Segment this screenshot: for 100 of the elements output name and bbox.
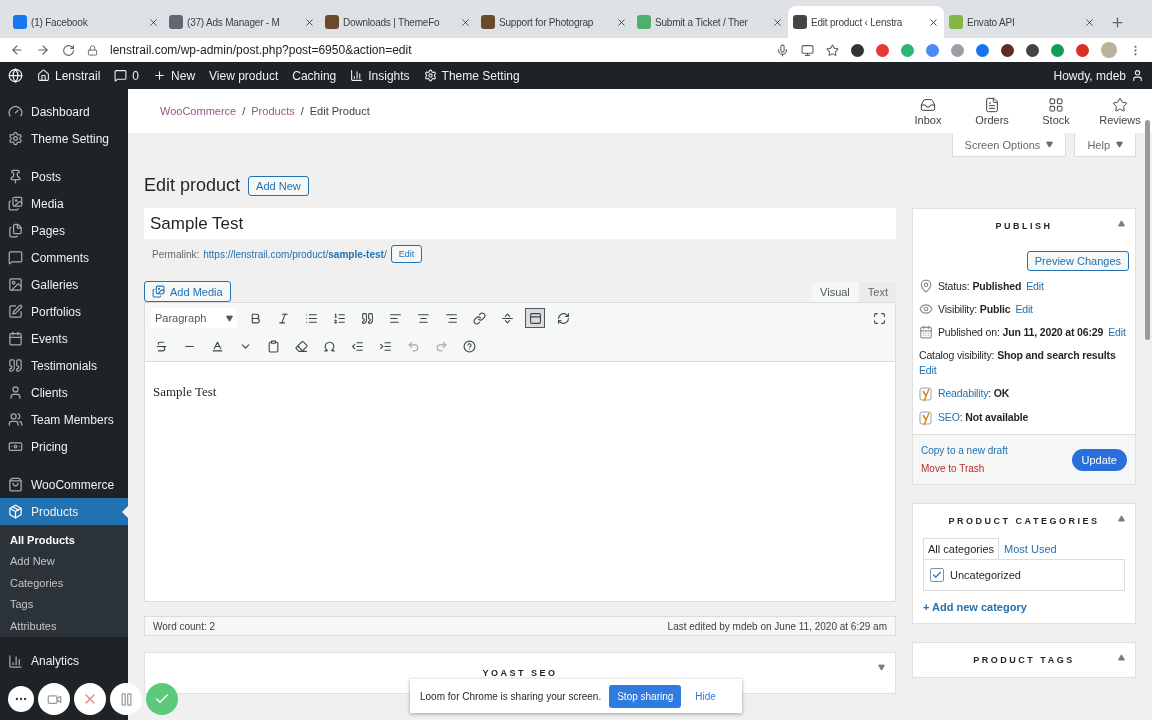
content-editor[interactable]: Sample Test xyxy=(144,362,896,602)
edit-link[interactable]: Edit xyxy=(1026,279,1044,294)
sidebar-item[interactable]: Team Members xyxy=(0,406,128,433)
edit-button[interactable]: Edit xyxy=(390,245,423,263)
new-tab-icon[interactable] xyxy=(1110,15,1125,30)
add-media-button[interactable]: Add Media xyxy=(144,281,231,302)
close-icon[interactable] xyxy=(304,16,315,28)
comments-link[interactable]: 0 xyxy=(114,68,140,83)
browser-tab[interactable]: Downloads | ThemeFo xyxy=(320,6,476,38)
title-field[interactable]: Sample Test xyxy=(144,208,896,239)
back-icon[interactable] xyxy=(10,43,24,57)
permalink-link[interactable]: https://lenstrail.com/product/sample-test/ xyxy=(203,248,387,260)
close-icon[interactable] xyxy=(616,16,627,28)
editor-tab[interactable]: Visual xyxy=(812,282,858,302)
edit-link[interactable]: Edit xyxy=(919,363,937,378)
update-button[interactable]: Update xyxy=(1071,448,1127,471)
yoast-link[interactable]: SEO xyxy=(938,410,960,425)
trash-link[interactable]: Move to Trash xyxy=(921,463,1008,474)
sidebar-item[interactable]: Theme Setting xyxy=(0,125,128,152)
bookmark-star-icon[interactable] xyxy=(826,43,839,57)
microphone-icon[interactable] xyxy=(776,43,789,57)
address-field[interactable]: lenstrail.com/wp-admin/post.php?post=6950&action=edit xyxy=(110,43,764,57)
publish-detail: Visibility: Public xyxy=(938,302,1011,317)
sidebar-item[interactable]: Events xyxy=(0,325,128,352)
browser-tab[interactable]: Envato API xyxy=(944,6,1100,38)
admin-bar-link[interactable]: Insights xyxy=(350,68,410,83)
caret-icon[interactable] xyxy=(878,664,885,671)
category-tab[interactable]: Most Used xyxy=(999,538,1062,559)
sidebar-item[interactable]: Products xyxy=(0,498,128,525)
sidebar-item[interactable]: WooCommerce xyxy=(0,471,128,498)
close-icon[interactable] xyxy=(460,16,471,28)
browser-tab[interactable]: Edit product ‹ Lenstra xyxy=(788,6,944,38)
sidebar-item[interactable]: Portfolios xyxy=(0,298,128,325)
reload-icon[interactable] xyxy=(62,43,75,57)
scrollbar-thumb[interactable] xyxy=(1145,120,1150,340)
toolbar-toggle-icon[interactable] xyxy=(525,308,545,328)
activity-tab[interactable]: Stock xyxy=(1024,96,1088,126)
submenu-item[interactable]: Tags xyxy=(0,593,128,615)
breadcrumb-link[interactable]: WooCommerce xyxy=(160,105,237,117)
preview-changes-button[interactable]: Preview Changes xyxy=(1026,251,1129,271)
browser-tab[interactable]: (1) Facebook xyxy=(8,6,164,38)
sidebar-item[interactable]: Galleries xyxy=(0,271,128,298)
bar-chart-icon xyxy=(350,69,364,82)
activity-tab[interactable]: Orders xyxy=(960,96,1024,126)
greeting-link[interactable]: Howdy, mdeb xyxy=(1053,68,1144,83)
sidebar-item[interactable]: Pages xyxy=(0,217,128,244)
sidebar-item[interactable]: Media xyxy=(0,190,128,217)
caret-icon[interactable] xyxy=(1118,220,1125,227)
site-link[interactable]: Lenstrail xyxy=(37,68,101,83)
edit-link[interactable]: Edit xyxy=(1015,302,1033,317)
extension-icon[interactable] xyxy=(851,43,864,57)
sidebar-item[interactable]: Dashboard xyxy=(0,98,128,125)
copy-draft-link[interactable]: Copy to a new draft xyxy=(921,445,1008,456)
new-link[interactable]: New xyxy=(153,68,196,83)
edit-link[interactable]: Edit xyxy=(1108,325,1126,340)
breadcrumb-link[interactable]: Products xyxy=(251,105,295,117)
close-icon[interactable] xyxy=(148,16,159,28)
submenu-item[interactable]: Categories xyxy=(0,572,128,594)
panel-title: PRODUCT TAGS xyxy=(913,643,1135,677)
sidebar-item[interactable]: Testimonials xyxy=(0,352,128,379)
caret-icon[interactable] xyxy=(1118,515,1125,522)
extension-icon[interactable] xyxy=(1026,43,1039,57)
sidebar-item[interactable]: Analytics xyxy=(0,647,128,675)
browser-tab[interactable]: Support for Photograp xyxy=(476,6,632,38)
hide-button[interactable]: Hide xyxy=(689,689,722,703)
cast-icon[interactable] xyxy=(801,43,814,57)
forward-icon[interactable] xyxy=(36,43,50,57)
yoast-icon xyxy=(919,386,933,402)
close-icon[interactable] xyxy=(772,16,783,28)
sidebar-item[interactable]: Clients xyxy=(0,379,128,406)
admin-bar-link[interactable]: Theme Setting xyxy=(423,68,520,83)
sidebar-item[interactable]: Comments xyxy=(0,244,128,271)
close-icon[interactable] xyxy=(1084,16,1095,28)
sidebar-item[interactable]: Posts xyxy=(0,163,128,190)
caret-icon[interactable] xyxy=(1118,654,1125,661)
extension-icon[interactable] xyxy=(1001,43,1014,57)
add-new-button[interactable]: Add New xyxy=(248,175,309,196)
activity-tab[interactable]: Reviews xyxy=(1088,96,1152,126)
star-icon xyxy=(1112,96,1128,113)
home-icon xyxy=(37,69,50,82)
submenu-item[interactable]: Add New xyxy=(0,550,128,572)
sidebar-item[interactable]: Pricing xyxy=(0,433,128,460)
category-tab[interactable]: All categories xyxy=(923,538,1000,559)
checkbox[interactable] xyxy=(930,568,944,582)
format-dropdown[interactable]: Paragraph xyxy=(151,308,237,328)
admin-bar-link[interactable]: Caching xyxy=(292,68,337,83)
screen-tab[interactable]: Help xyxy=(1074,133,1136,157)
browser-tab[interactable]: (37) Ads Manager - M xyxy=(164,6,320,38)
stop-sharing-button[interactable]: Stop sharing xyxy=(609,684,682,708)
editor-tab[interactable]: Text xyxy=(859,282,896,302)
screen-tab[interactable]: Screen Options xyxy=(951,133,1067,157)
submenu-item[interactable]: Attributes xyxy=(0,615,128,637)
browser-tab[interactable]: Submit a Ticket / Ther xyxy=(632,6,788,38)
admin-bar-link[interactable]: View product xyxy=(209,68,279,83)
submenu-item[interactable]: All Products xyxy=(0,529,128,551)
gear-icon xyxy=(8,131,23,146)
add-category-link[interactable]: + Add new category xyxy=(923,601,1125,613)
close-icon[interactable] xyxy=(928,16,939,28)
publish-detail: : Not available xyxy=(959,410,1029,425)
activity-tab[interactable]: Inbox xyxy=(896,96,960,126)
